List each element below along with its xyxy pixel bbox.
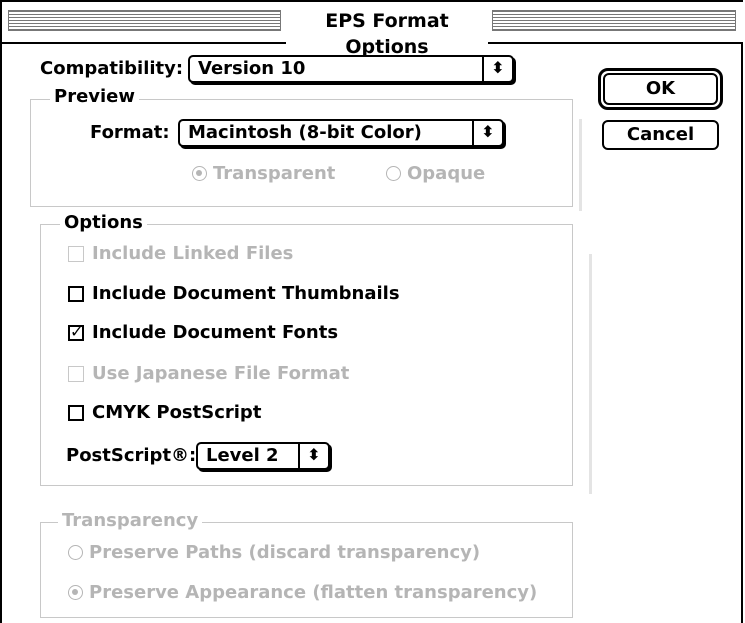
- format-label: Format:: [90, 122, 170, 143]
- radio-selected-icon: [192, 166, 207, 181]
- include-document-fonts-checkbox[interactable]: Include Document Fonts: [68, 322, 338, 343]
- preview-format-value: Macintosh (8-bit Color): [188, 122, 422, 143]
- options-group-title: Options: [60, 212, 147, 234]
- preserve-appearance-label: Preserve Appearance (flatten transparenc…: [89, 582, 538, 603]
- checkbox-unchecked-icon: [68, 285, 84, 302]
- compatibility-label: Compatibility:: [40, 58, 184, 79]
- checkbox-checked-icon: [68, 322, 84, 342]
- up-down-arrows-icon: ⬍: [298, 444, 328, 468]
- up-down-arrows-icon: ⬍: [482, 57, 512, 81]
- radio-unselected-icon: [386, 166, 401, 181]
- preserve-paths-radio[interactable]: Preserve Paths (discard transparency): [68, 542, 480, 563]
- checkbox-unchecked-icon: [68, 404, 84, 421]
- radio-selected-icon: [68, 585, 83, 600]
- cmyk-postscript-label: CMYK PostScript: [92, 402, 262, 423]
- transparency-group-title: Transparency: [58, 510, 203, 532]
- postscript-level-label: PostScript®:: [66, 445, 197, 466]
- opaque-radio[interactable]: Opaque: [386, 163, 485, 184]
- include-document-fonts-label: Include Document Fonts: [92, 322, 339, 343]
- opaque-radio-label: Opaque: [407, 163, 486, 184]
- include-document-thumbnails-label: Include Document Thumbnails: [92, 283, 400, 304]
- postscript-level-value: Level 2: [206, 445, 279, 466]
- scroll-divider-2: [589, 254, 592, 494]
- ok-button[interactable]: OK: [598, 68, 723, 110]
- radio-unselected-icon: [68, 545, 83, 560]
- scroll-divider: [579, 119, 582, 211]
- eps-format-options-dialog: EPS Format Options Compatibility: Versio…: [0, 0, 743, 623]
- preview-group: [30, 99, 573, 207]
- include-document-thumbnails-checkbox[interactable]: Include Document Thumbnails: [68, 283, 400, 304]
- postscript-level-popup[interactable]: Level 2 ⬍: [196, 442, 330, 470]
- include-linked-files-checkbox[interactable]: Include Linked Files: [68, 243, 293, 264]
- up-down-arrows-icon: ⬍: [472, 121, 502, 145]
- window-title: EPS Format Options: [286, 8, 488, 60]
- preserve-appearance-radio[interactable]: Preserve Appearance (flatten transparenc…: [68, 582, 537, 603]
- include-linked-files-label: Include Linked Files: [92, 243, 294, 264]
- ok-button-label: OK: [603, 73, 718, 105]
- preserve-paths-label: Preserve Paths (discard transparency): [89, 542, 481, 563]
- preview-format-popup[interactable]: Macintosh (8-bit Color) ⬍: [178, 119, 504, 147]
- title-bar[interactable]: EPS Format Options: [2, 2, 743, 60]
- use-japanese-file-format-label: Use Japanese File Format: [92, 363, 350, 384]
- checkbox-unchecked-icon: [68, 365, 84, 382]
- transparency-group: [40, 522, 573, 618]
- transparent-radio-label: Transparent: [213, 163, 336, 184]
- checkbox-unchecked-icon: [68, 245, 84, 262]
- cancel-button[interactable]: Cancel: [602, 120, 719, 150]
- compatibility-popup[interactable]: Version 10 ⬍: [188, 55, 514, 83]
- preview-group-title: Preview: [50, 86, 140, 108]
- compatibility-value: Version 10: [198, 58, 306, 79]
- transparent-radio[interactable]: Transparent: [192, 163, 335, 184]
- title-bar-stripes-left: [8, 10, 281, 31]
- cmyk-postscript-checkbox[interactable]: CMYK PostScript: [68, 402, 261, 423]
- use-japanese-file-format-checkbox[interactable]: Use Japanese File Format: [68, 363, 349, 384]
- title-bar-stripes-right: [492, 10, 736, 31]
